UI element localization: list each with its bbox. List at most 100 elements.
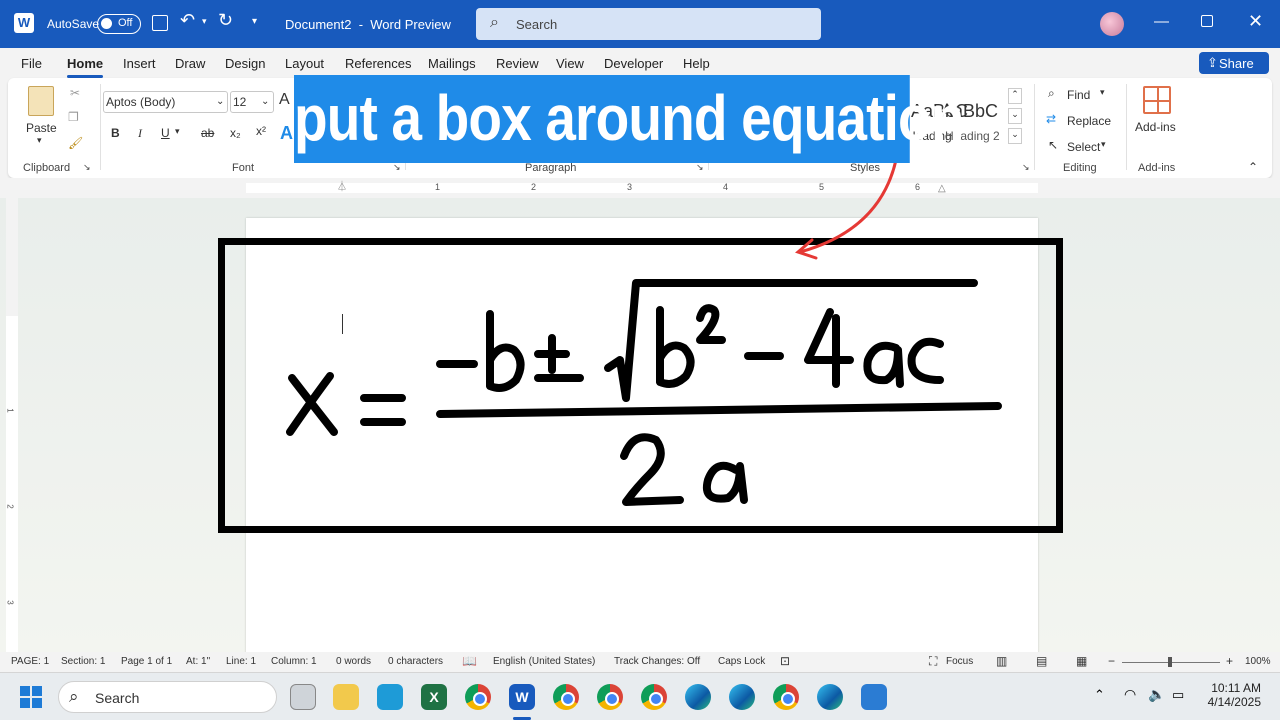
styles-scroll-up-icon[interactable]: ⌃: [1008, 88, 1022, 104]
tab-draw[interactable]: Draw: [175, 56, 205, 71]
styles-more-icon[interactable]: ⌄: [1008, 128, 1022, 144]
grow-font-icon[interactable]: A: [279, 91, 290, 109]
read-mode-icon[interactable]: ▥: [996, 654, 1007, 668]
status-language[interactable]: English (United States): [493, 656, 595, 667]
system-clock[interactable]: 10:11 AM 4/14/2025: [1205, 681, 1261, 709]
save-icon[interactable]: [152, 15, 168, 31]
tab-developer[interactable]: Developer: [604, 56, 663, 71]
task-view-icon[interactable]: [290, 684, 316, 710]
font-launcher-icon[interactable]: ↘: [393, 162, 401, 173]
accessibility-icon[interactable]: ⊡: [780, 654, 790, 668]
styles-scroll-down-icon[interactable]: ⌄: [1008, 108, 1022, 124]
notepad-icon[interactable]: [377, 684, 403, 710]
chrome-icon[interactable]: [553, 684, 579, 710]
taskbar-search[interactable]: ⌕ Search: [58, 681, 277, 713]
tab-mailings[interactable]: Mailings: [428, 56, 476, 71]
volume-icon[interactable]: 🔈: [1148, 686, 1165, 703]
restore-icon[interactable]: [1201, 15, 1213, 27]
strikethrough-button[interactable]: ab: [201, 126, 214, 140]
focus-icon[interactable]: ⛶: [929, 654, 937, 669]
edge-icon[interactable]: [729, 684, 755, 710]
find-button[interactable]: Find: [1067, 88, 1090, 102]
undo-icon[interactable]: ↶: [180, 10, 195, 31]
file-explorer-icon[interactable]: [333, 684, 359, 710]
tab-references[interactable]: References: [345, 56, 411, 71]
collapse-ribbon-icon[interactable]: ⌃: [1248, 160, 1258, 174]
chrome-icon[interactable]: [597, 684, 623, 710]
proofing-icon[interactable]: 📖: [462, 654, 477, 668]
select-button[interactable]: Select: [1067, 140, 1100, 154]
status-caps-lock[interactable]: Caps Lock: [718, 656, 765, 667]
add-ins-button[interactable]: Add-ins: [1135, 120, 1176, 134]
cut-icon[interactable]: ✂: [70, 86, 80, 100]
status-column[interactable]: Column: 1: [271, 656, 317, 667]
select-dropdown-icon[interactable]: ▾: [1101, 139, 1106, 150]
close-icon[interactable]: ✕: [1248, 11, 1263, 32]
battery-icon[interactable]: ▭: [1172, 687, 1184, 703]
italic-button[interactable]: I: [138, 126, 142, 141]
edge-icon[interactable]: [685, 684, 711, 710]
zoom-slider-thumb[interactable]: [1168, 657, 1172, 667]
minimize-icon[interactable]: —: [1154, 13, 1169, 30]
focus-button[interactable]: Focus: [946, 656, 973, 667]
paste-icon[interactable]: [28, 86, 54, 116]
underline-button[interactable]: U: [161, 126, 170, 140]
tab-view[interactable]: View: [556, 56, 584, 71]
status-line[interactable]: Line: 1: [226, 656, 256, 667]
tray-overflow-icon[interactable]: ⌃: [1094, 687, 1105, 703]
status-at[interactable]: At: 1": [186, 656, 210, 667]
zoom-in-icon[interactable]: +: [1226, 654, 1233, 668]
chrome-icon[interactable]: [773, 684, 799, 710]
share-button[interactable]: ⇪ Share: [1199, 52, 1269, 74]
styles-launcher-icon[interactable]: ↘: [1022, 162, 1030, 173]
paste-button[interactable]: Paste: [26, 121, 57, 135]
tab-file[interactable]: File: [21, 56, 42, 71]
customize-quick-access-icon[interactable]: ▾: [252, 16, 257, 27]
status-track-changes[interactable]: Track Changes: Off: [614, 656, 700, 667]
paste-dropdown-icon[interactable]: ▾: [37, 135, 42, 146]
zoom-level[interactable]: 100%: [1245, 656, 1271, 667]
status-page[interactable]: PAGE: 1: [11, 656, 49, 667]
status-characters[interactable]: 0 characters: [388, 656, 443, 667]
search-input[interactable]: ⌕ Search: [476, 8, 821, 40]
account-avatar[interactable]: [1100, 12, 1124, 36]
superscript-button[interactable]: x²: [256, 124, 266, 138]
right-indent-marker-icon[interactable]: △: [938, 183, 946, 194]
font-family-select[interactable]: Aptos (Body) ⌄: [103, 91, 228, 113]
status-page-of[interactable]: Page 1 of 1: [121, 656, 172, 667]
text-effects-icon[interactable]: A: [280, 123, 293, 144]
tab-review[interactable]: Review: [496, 56, 539, 71]
copy-icon[interactable]: ❐: [68, 110, 79, 124]
web-layout-icon[interactable]: ▦: [1076, 654, 1087, 668]
autosave-toggle[interactable]: Off: [97, 14, 141, 34]
status-words[interactable]: 0 words: [336, 656, 371, 667]
zoom-out-icon[interactable]: −: [1108, 654, 1115, 668]
bold-button[interactable]: B: [111, 126, 120, 140]
status-section[interactable]: Section: 1: [61, 656, 105, 667]
indent-marker-icon[interactable]: ⏃: [337, 178, 347, 193]
font-size-select[interactable]: 12 ⌄: [230, 91, 274, 113]
tab-home[interactable]: Home: [67, 56, 103, 71]
tab-help[interactable]: Help: [683, 56, 710, 71]
wifi-icon[interactable]: ◠: [1124, 686, 1136, 703]
chrome-icon[interactable]: [641, 684, 667, 710]
tab-layout[interactable]: Layout: [285, 56, 324, 71]
photos-icon[interactable]: [861, 684, 887, 710]
word-taskbar-icon[interactable]: W: [509, 684, 535, 710]
redo-icon[interactable]: ↻: [218, 10, 233, 31]
tab-design[interactable]: Design: [225, 56, 265, 71]
start-icon[interactable]: [20, 686, 42, 708]
replace-button[interactable]: Replace: [1067, 114, 1111, 128]
undo-dropdown-icon[interactable]: ▾: [202, 16, 207, 27]
tab-insert[interactable]: Insert: [123, 56, 156, 71]
clipboard-launcher-icon[interactable]: ↘: [83, 162, 91, 173]
edge-icon[interactable]: [817, 684, 843, 710]
chrome-icon[interactable]: [465, 684, 491, 710]
underline-dropdown-icon[interactable]: ▾: [175, 126, 180, 137]
paragraph-launcher-icon[interactable]: ↘: [696, 162, 704, 173]
excel-icon[interactable]: X: [421, 684, 447, 710]
subscript-button[interactable]: x₂: [230, 126, 241, 140]
equation-border-box[interactable]: [218, 238, 1063, 533]
format-painter-icon[interactable]: 🖌: [68, 136, 83, 150]
find-dropdown-icon[interactable]: ▾: [1100, 87, 1105, 98]
